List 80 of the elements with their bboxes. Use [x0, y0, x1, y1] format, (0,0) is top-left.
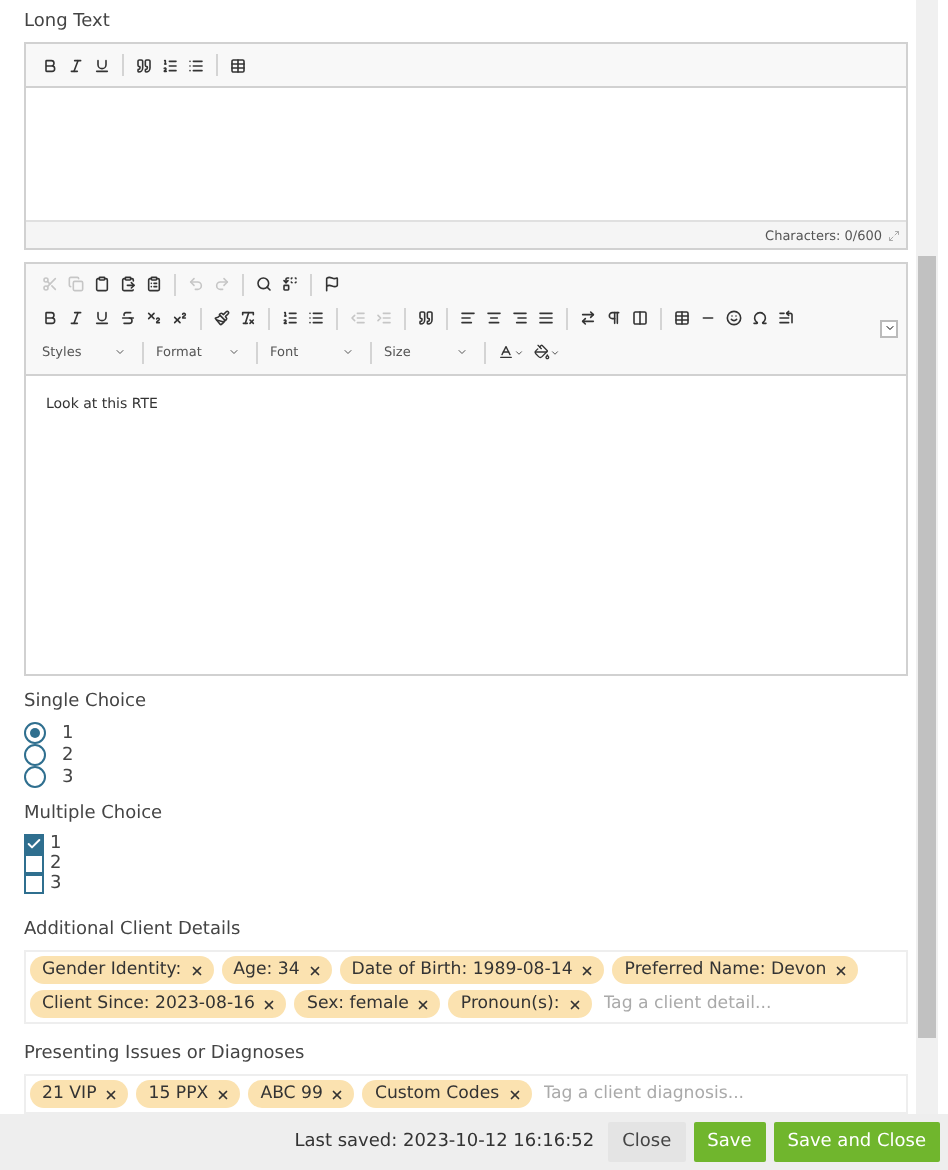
- collapse-toolbar-button[interactable]: [880, 319, 898, 338]
- text-align-end-icon[interactable]: [508, 310, 532, 327]
- scrollbar[interactable]: [916, 0, 938, 1114]
- option-label: 1: [62, 723, 74, 744]
- quote-icon[interactable]: [132, 57, 156, 73]
- option-label: 3: [50, 874, 62, 895]
- strikethrough-icon[interactable]: [116, 310, 140, 327]
- tag[interactable]: ABC 99: [248, 1080, 355, 1108]
- remove-icon[interactable]: [507, 1087, 522, 1101]
- remove-icon[interactable]: [330, 1087, 345, 1101]
- checkbox[interactable]: [24, 854, 44, 875]
- clipboard-paste-icon[interactable]: [116, 276, 140, 293]
- tag[interactable]: Pronoun(s):: [448, 990, 592, 1018]
- tag[interactable]: Preferred Name: Devon: [612, 956, 859, 984]
- field-label: Presenting Issues or Diagnoses: [24, 1044, 307, 1064]
- replace-icon[interactable]: [278, 276, 302, 293]
- option-label: 1: [50, 834, 62, 855]
- underline-icon[interactable]: [90, 57, 114, 73]
- clipboard-list-icon[interactable]: [142, 276, 166, 293]
- columns2-icon[interactable]: [628, 310, 652, 327]
- remove-icon[interactable]: [216, 1087, 231, 1101]
- superscript-icon[interactable]: [168, 310, 192, 327]
- remove-formatting-icon[interactable]: [236, 310, 260, 327]
- text-align-start-icon[interactable]: [456, 310, 480, 327]
- tag[interactable]: 15 PPX: [136, 1080, 241, 1108]
- arrow-right-left-icon[interactable]: [576, 310, 600, 327]
- clipboard-icon[interactable]: [90, 276, 114, 293]
- field-label: Long Text: [24, 12, 112, 32]
- caret-icon: [228, 346, 240, 359]
- text-align-justify-icon[interactable]: [534, 310, 558, 327]
- omega-icon[interactable]: [748, 310, 772, 327]
- caret-icon: [114, 346, 126, 359]
- remove-icon[interactable]: [834, 963, 849, 977]
- tag[interactable]: Client Since: 2023-08-16: [30, 990, 287, 1018]
- caret-icon: [342, 346, 354, 359]
- checkbox[interactable]: [24, 874, 44, 895]
- text-align-center-icon[interactable]: [482, 310, 506, 327]
- tag[interactable]: 21 VIP: [30, 1080, 129, 1108]
- remove-icon[interactable]: [580, 963, 595, 977]
- tag[interactable]: Custom Codes: [362, 1080, 532, 1108]
- subscript-icon[interactable]: [142, 310, 166, 327]
- field-label: Single Choice: [24, 692, 149, 713]
- table-icon[interactable]: [226, 57, 250, 73]
- flag-icon[interactable]: [320, 276, 344, 293]
- list-ordered-icon[interactable]: [158, 57, 182, 73]
- text-color-icon[interactable]: [494, 344, 528, 361]
- option-label: 3: [62, 767, 74, 788]
- search-icon[interactable]: [252, 276, 276, 293]
- field-label: Multiple Choice: [24, 804, 165, 825]
- remove-icon[interactable]: [567, 997, 582, 1011]
- tag[interactable]: Gender Identity:: [30, 956, 214, 984]
- list-ordered-icon[interactable]: [278, 310, 302, 327]
- quote-icon[interactable]: [414, 310, 438, 327]
- tag[interactable]: Date of Birth: 1989-08-14: [339, 956, 605, 984]
- remove-icon[interactable]: [104, 1087, 119, 1101]
- table-icon[interactable]: [670, 310, 694, 327]
- radio-button[interactable]: [24, 744, 46, 767]
- tag-field[interactable]: 21 VIP 15 PPX ABC 99 Custom Codes Tag a client diagnosis...: [24, 1074, 908, 1114]
- background-color-icon[interactable]: [530, 344, 564, 361]
- option-label: 2: [50, 854, 62, 875]
- radio-button[interactable]: [24, 766, 46, 789]
- field-label: Additional Client Details: [24, 920, 243, 940]
- checkbox[interactable]: [24, 834, 44, 855]
- remove-icon[interactable]: [416, 997, 431, 1011]
- tag-field[interactable]: Gender Identity: Age: 34 Date of Birth: 1989-08-14 Preferred Name: Devon Client Since: 2023-08-16 Sex: female Pronoun(s): Tag a client detail...: [24, 950, 908, 1024]
- option-label: 2: [62, 745, 74, 766]
- underline-icon[interactable]: [90, 310, 114, 327]
- radio-button[interactable]: [24, 722, 46, 745]
- paintbrush-icon[interactable]: [210, 310, 234, 327]
- smile-icon[interactable]: [722, 310, 746, 327]
- last-saved-text: Last saved: 2023-10-12 16:16:52: [294, 1132, 595, 1152]
- remove-icon[interactable]: [262, 997, 277, 1011]
- tag[interactable]: Sex: female: [294, 990, 441, 1018]
- remove-icon[interactable]: [189, 963, 204, 977]
- caret-icon: [456, 346, 468, 359]
- list-start-icon[interactable]: [774, 310, 798, 327]
- remove-icon[interactable]: [307, 963, 322, 977]
- tag[interactable]: Age: 34: [221, 956, 332, 984]
- close-button[interactable]: Close: [608, 1122, 686, 1162]
- caret-icon: [883, 322, 895, 335]
